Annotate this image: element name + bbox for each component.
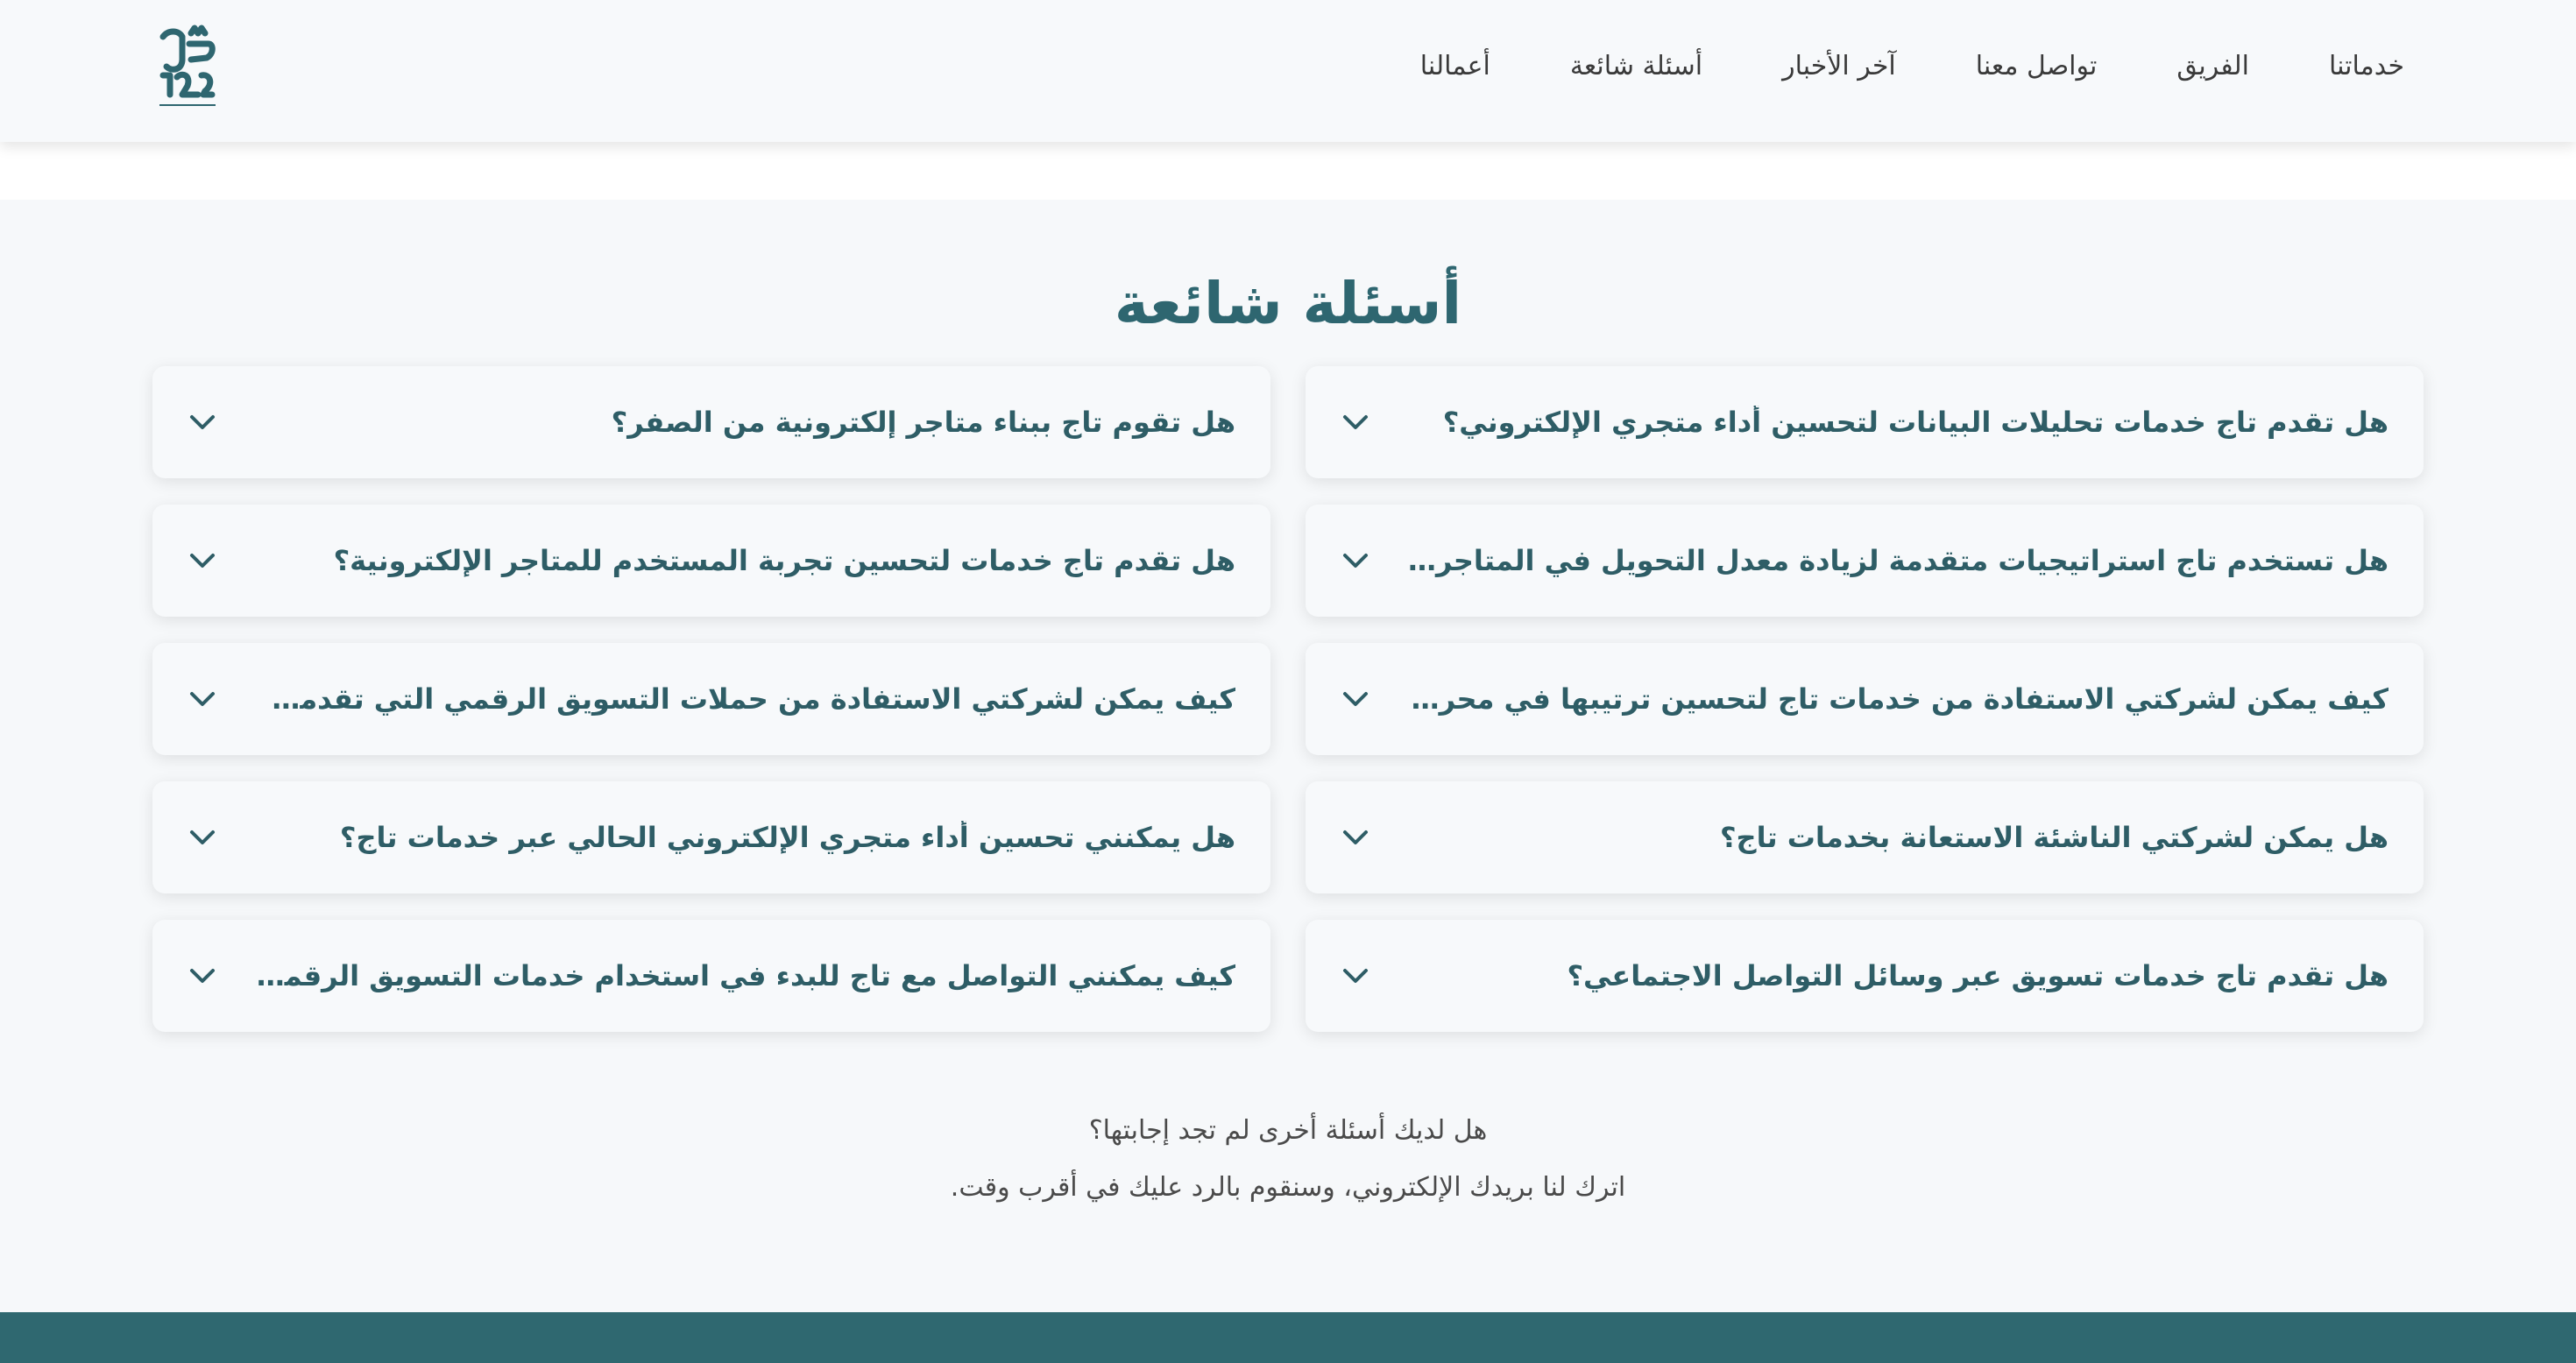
nav-item-portfolio[interactable]: أعمالنا bbox=[1420, 51, 1490, 81]
faq-item[interactable]: هل تقدم تاج خدمات تحليلات البيانات لتحسي… bbox=[1306, 366, 2424, 478]
faq-section: أسئلة شائعة هل تقدم تاج خدمات تحليلات ال… bbox=[0, 200, 2576, 1312]
site-header: خدماتنا الفريق تواصل معنا آخر الأخبار أس… bbox=[0, 0, 2576, 142]
faq-item[interactable]: هل تقدم تاج خدمات تسويق عبر وسائل التواص… bbox=[1306, 920, 2424, 1032]
nav-item-faq[interactable]: أسئلة شائعة bbox=[1570, 51, 1702, 81]
faq-question: هل تستخدم تاج استراتيجيات متقدمة لزيادة … bbox=[1407, 544, 2388, 577]
faq-question: هل تقدم تاج خدمات تسويق عبر وسائل التواص… bbox=[1567, 959, 2388, 992]
faq-question: هل يمكنني تحسين أداء متجري الإلكتروني ال… bbox=[339, 821, 1235, 854]
main-nav: خدماتنا الفريق تواصل معنا آخر الأخبار أس… bbox=[1420, 0, 2404, 131]
chevron-down-icon[interactable] bbox=[1341, 823, 1370, 852]
faq-item[interactable]: كيف يمكنني التواصل مع تاج للبدء في استخد… bbox=[152, 920, 1270, 1032]
chevron-down-icon[interactable] bbox=[1341, 546, 1370, 576]
footer-bar bbox=[0, 1312, 2576, 1363]
nav-item-team[interactable]: الفريق bbox=[2176, 51, 2249, 81]
faq-question: هل تقوم تاج ببناء متاجر إلكترونية من الص… bbox=[611, 406, 1235, 439]
chevron-down-icon[interactable] bbox=[188, 407, 217, 437]
faq-item[interactable]: هل يمكنني تحسين أداء متجري الإلكتروني ال… bbox=[152, 781, 1270, 893]
chevron-down-icon[interactable] bbox=[1341, 407, 1370, 437]
chevron-down-icon[interactable] bbox=[1341, 684, 1370, 714]
chevron-down-icon[interactable] bbox=[188, 961, 217, 991]
faq-item[interactable]: هل تقوم تاج ببناء متاجر إلكترونية من الص… bbox=[152, 366, 1270, 478]
taj-logo-icon[interactable] bbox=[156, 25, 219, 110]
faq-grid: هل تقدم تاج خدمات تحليلات البيانات لتحسي… bbox=[152, 366, 2424, 1032]
faq-question: كيف يمكنني التواصل مع تاج للبدء في استخد… bbox=[254, 959, 1235, 992]
faq-item[interactable]: هل تستخدم تاج استراتيجيات متقدمة لزيادة … bbox=[1306, 505, 2424, 617]
faq-title: أسئلة شائعة bbox=[1114, 270, 1462, 337]
faq-item[interactable]: هل تقدم تاج خدمات لتحسين تجربة المستخدم … bbox=[152, 505, 1270, 617]
faq-question: كيف يمكن لشركتي الاستفادة من حملات التسو… bbox=[254, 682, 1235, 716]
faq-question: هل تقدم تاج خدمات لتحسين تجربة المستخدم … bbox=[333, 544, 1235, 577]
chevron-down-icon[interactable] bbox=[1341, 961, 1370, 991]
faq-item[interactable]: كيف يمكن لشركتي الاستفادة من حملات التسو… bbox=[152, 643, 1270, 755]
chevron-down-icon[interactable] bbox=[188, 546, 217, 576]
faq-item[interactable]: هل يمكن لشركتي الناشئة الاستعانة بخدمات … bbox=[1306, 781, 2424, 893]
faq-question: هل يمكن لشركتي الناشئة الاستعانة بخدمات … bbox=[1719, 821, 2388, 854]
nav-item-contact[interactable]: تواصل معنا bbox=[1976, 51, 2098, 81]
faq-question: كيف يمكن لشركتي الاستفادة من خدمات تاج ل… bbox=[1407, 682, 2388, 716]
faq-question: هل تقدم تاج خدمات تحليلات البيانات لتحسي… bbox=[1442, 406, 2388, 439]
leave-email-text: اترك لنا بريدك الإلكتروني، وسنقوم بالرد … bbox=[950, 1172, 1626, 1203]
more-questions-text: هل لديك أسئلة أخرى لم تجد إجابتها؟ bbox=[1088, 1115, 1488, 1146]
faq-item[interactable]: كيف يمكن لشركتي الاستفادة من خدمات تاج ل… bbox=[1306, 643, 2424, 755]
chevron-down-icon[interactable] bbox=[188, 823, 217, 852]
nav-item-news[interactable]: آخر الأخبار bbox=[1782, 51, 1896, 81]
nav-item-services[interactable]: خدماتنا bbox=[2329, 51, 2404, 81]
chevron-down-icon[interactable] bbox=[188, 684, 217, 714]
